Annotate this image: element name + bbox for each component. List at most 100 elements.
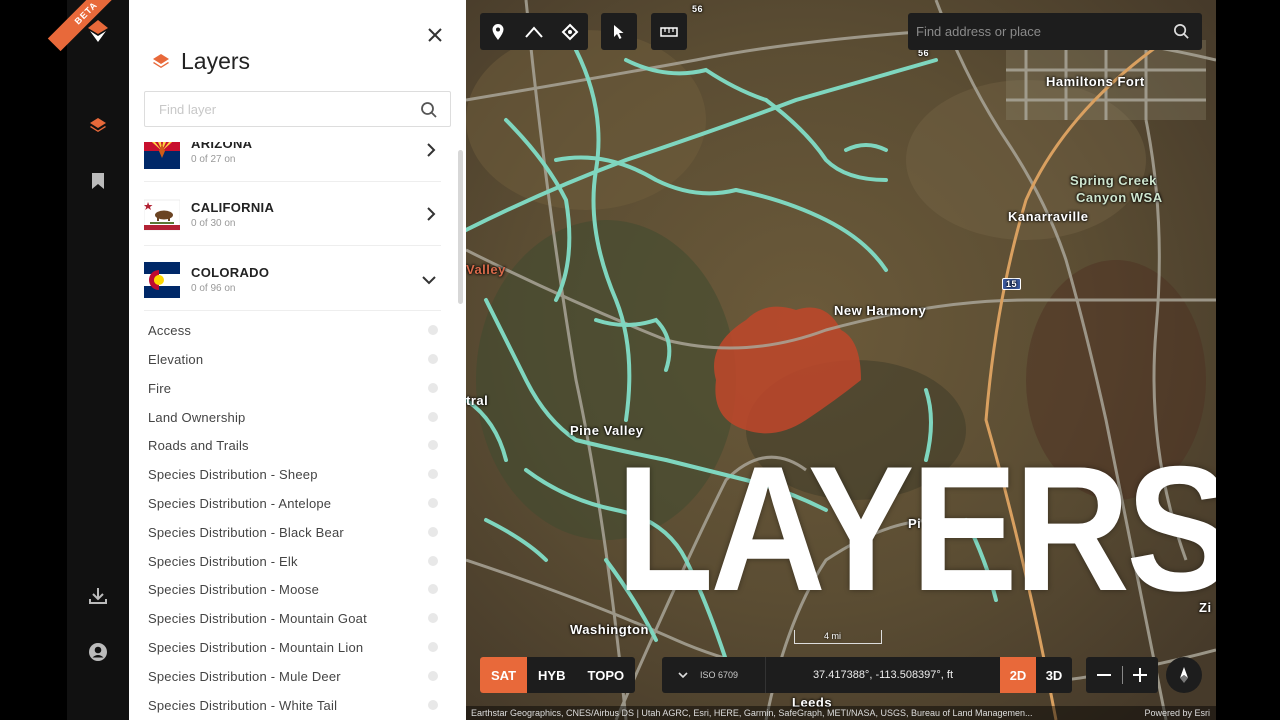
layer-toggle[interactable] — [428, 498, 438, 508]
layer-toggle[interactable] — [428, 642, 438, 652]
bookmark-icon[interactable] — [67, 172, 129, 195]
zoom-in-button[interactable] — [1122, 657, 1158, 693]
map-attribution: Earthstar Geographics, CNES/Airbus DS | … — [466, 706, 1216, 720]
layer-item[interactable]: Species Distribution - Elk — [148, 547, 438, 575]
layer-item[interactable]: Species Distribution - Mountain Lion — [148, 633, 438, 661]
chevron-down-icon — [678, 671, 688, 678]
select-tool-group — [601, 13, 637, 50]
ruler-icon — [660, 26, 678, 37]
coordinate-bar: ISO 6709 37.417388°, -113.508397°, ft 2D… — [662, 657, 1072, 693]
layer-item[interactable]: Fire — [148, 374, 438, 402]
state-name: COLORADO — [191, 265, 270, 280]
layer-label: Species Distribution - Mule Deer — [148, 668, 341, 684]
map-label-tral: tral — [466, 393, 489, 408]
layer-toggle[interactable] — [428, 613, 438, 623]
state-text: ARIZONA 0 of 27 on — [191, 142, 252, 165]
california-flag-icon — [144, 199, 180, 230]
state-row-colorado[interactable]: COLORADO 0 of 96 on — [144, 249, 441, 311]
plus-icon — [1133, 668, 1148, 682]
layer-toggle[interactable] — [428, 325, 438, 335]
marker-tool-button[interactable] — [480, 13, 516, 50]
layer-item[interactable]: Species Distribution - Antelope — [148, 489, 438, 517]
layers-icon — [153, 53, 169, 68]
arizona-flag-icon — [144, 142, 180, 169]
layer-toggle[interactable] — [428, 412, 438, 422]
layer-label: Elevation — [148, 351, 204, 367]
powered-by[interactable]: Powered by Esri — [1144, 706, 1210, 720]
layer-item[interactable]: Species Distribution - Black Bear — [148, 518, 438, 546]
map-label-spring-creek: Spring Creek — [1070, 173, 1157, 188]
layer-label: Roads and Trails — [148, 437, 249, 453]
coord-format-dropdown[interactable]: ISO 6709 — [662, 657, 766, 693]
map-label-hamiltons-fort: Hamiltons Fort — [1046, 74, 1145, 89]
layers-icon[interactable] — [67, 116, 129, 141]
layer-toggle[interactable] — [428, 556, 438, 566]
layer-item[interactable]: Roads and Trails — [148, 431, 438, 459]
layer-toggle[interactable] — [428, 584, 438, 594]
account-icon[interactable] — [67, 642, 129, 667]
logo-icon[interactable] — [67, 18, 129, 49]
layer-item[interactable]: Species Distribution - Mountain Goat — [148, 604, 438, 632]
view-3d-button[interactable]: 3D — [1036, 657, 1072, 693]
layer-item[interactable]: Land Ownership — [148, 403, 438, 431]
layer-item[interactable]: Species Distribution - Mule Deer — [148, 662, 438, 690]
place-search-input[interactable] — [908, 13, 1158, 50]
layer-item[interactable]: Species Distribution - Sheep — [148, 460, 438, 488]
basemap-topo-button[interactable]: TOPO — [577, 657, 636, 693]
close-icon — [428, 28, 442, 42]
polygon-tool-button[interactable] — [552, 13, 588, 50]
scale-label: 4 mi — [824, 631, 842, 641]
state-text: COLORADO 0 of 96 on — [191, 265, 269, 294]
search-icon[interactable] — [420, 101, 438, 119]
map-label-kanarraville: Kanarraville — [1008, 209, 1089, 224]
compass-button[interactable] — [1166, 657, 1202, 693]
zoom-out-button[interactable] — [1086, 657, 1122, 693]
place-search-box — [908, 13, 1202, 50]
layer-item[interactable]: Species Distribution - Moose — [148, 575, 438, 603]
overlay-title: LAYERS — [616, 429, 1216, 628]
map-view[interactable]: Hamiltons Fort Spring Creek Canyon WSA K… — [466, 0, 1216, 720]
layer-item[interactable]: Elevation — [148, 345, 438, 373]
line-tool-button[interactable] — [516, 13, 552, 50]
panel-header: Layers — [151, 48, 250, 75]
basemap-sat-button[interactable]: SAT — [480, 657, 528, 693]
basemap-hyb-button[interactable]: HYB — [527, 657, 576, 693]
map-label-valley: Valley — [466, 262, 506, 277]
layer-toggle[interactable] — [428, 700, 438, 710]
layer-toggle[interactable] — [428, 469, 438, 479]
layer-label: Land Ownership — [148, 409, 246, 425]
layer-list: ARIZONA 0 of 27 on CALIFORNIA 0 of 30 on… — [129, 142, 466, 720]
measure-tool-button[interactable] — [651, 13, 687, 50]
layer-toggle[interactable] — [428, 354, 438, 364]
panel-scrollbar[interactable] — [458, 150, 463, 304]
route-shield-56-top: 56 — [692, 4, 704, 14]
select-tool-button[interactable] — [601, 13, 637, 50]
left-rail: BETA — [47, 0, 129, 720]
view-2d-button[interactable]: 2D — [1000, 657, 1036, 693]
close-panel-button[interactable] — [426, 26, 444, 44]
map-label-new-harmony: New Harmony — [834, 303, 927, 318]
search-icon[interactable] — [1173, 23, 1190, 40]
layer-item[interactable]: Access — [148, 316, 438, 344]
layer-toggle[interactable] — [428, 440, 438, 450]
zoom-controls — [1086, 657, 1158, 693]
state-row-arizona[interactable]: ARIZONA 0 of 27 on — [144, 142, 441, 182]
polygon-icon — [561, 23, 579, 40]
layer-label: Access — [148, 322, 192, 338]
state-count: 0 of 27 on — [191, 154, 236, 165]
attribution-text: Earthstar Geographics, CNES/Airbus DS | … — [471, 708, 1033, 718]
state-count: 0 of 96 on — [191, 283, 236, 294]
layer-item[interactable]: Species Distribution - White Tail — [148, 691, 438, 719]
layer-toggle[interactable] — [428, 527, 438, 537]
measure-tool-group — [651, 13, 687, 50]
state-name: ARIZONA — [191, 142, 253, 151]
layer-toggle[interactable] — [428, 671, 438, 681]
state-row-california[interactable]: CALIFORNIA 0 of 30 on — [144, 184, 441, 246]
download-icon[interactable] — [67, 586, 129, 611]
state-text: CALIFORNIA 0 of 30 on — [191, 200, 274, 229]
layer-label: Species Distribution - Sheep — [148, 466, 318, 482]
minus-icon — [1096, 674, 1111, 676]
layer-search-input[interactable] — [145, 92, 405, 126]
layer-toggle[interactable] — [428, 383, 438, 393]
map-label-canyon-wsa: Canyon WSA — [1076, 190, 1163, 205]
